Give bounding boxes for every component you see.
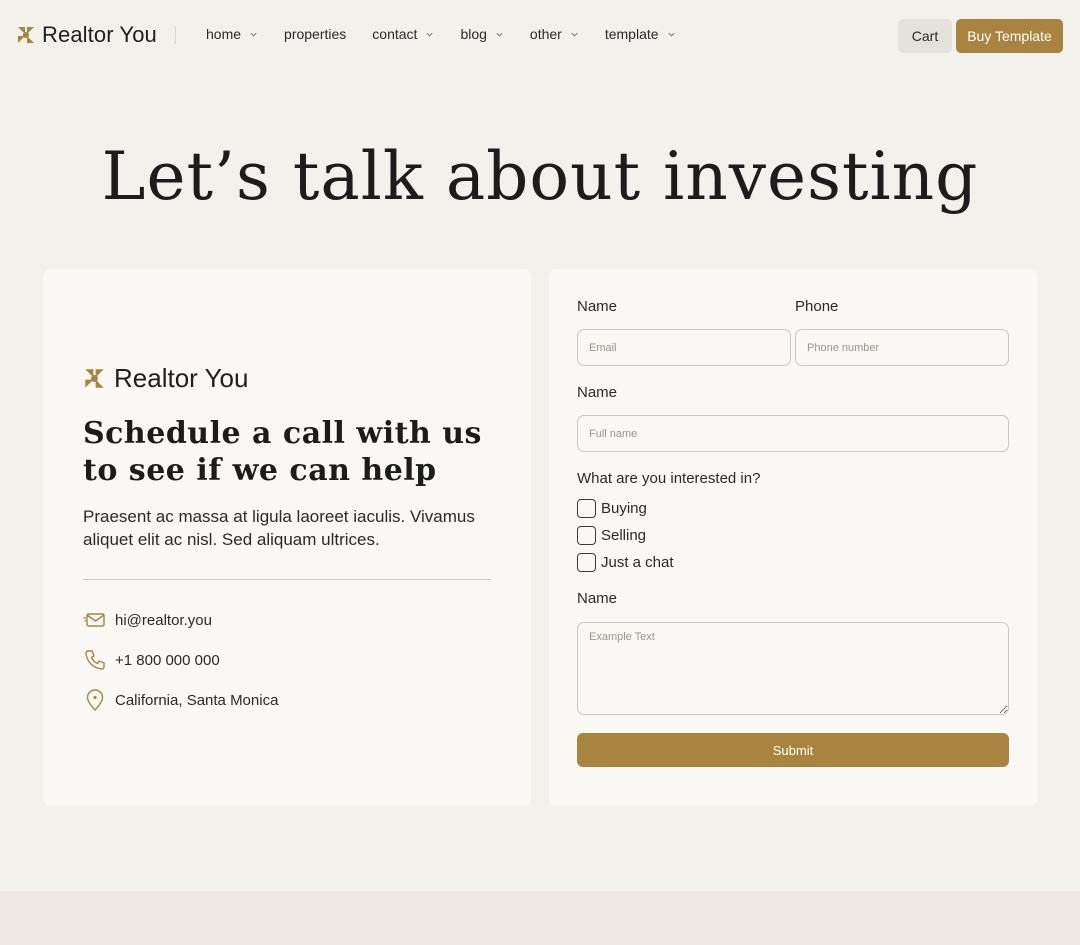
card-heading: Schedule a call with us to see if we can… [83, 416, 482, 488]
nav-label: home [206, 26, 242, 42]
chevron-down-icon [496, 32, 503, 36]
chevron-down-icon [571, 32, 578, 36]
nav-item-blog[interactable]: blog [460, 26, 503, 42]
nav-item-home[interactable]: home [206, 26, 258, 42]
logo-icon [18, 27, 34, 43]
contact-phone[interactable]: +1 800 000 000 [83, 648, 220, 672]
footer-band [0, 891, 1080, 945]
contact-email-text: hi@realtor.you [115, 611, 212, 629]
mail-icon [83, 613, 105, 627]
buying-checkbox[interactable] [577, 499, 596, 518]
nav-item-other[interactable]: other [530, 26, 579, 42]
card-description: Praesent ac massa at ligula laoreet iacu… [83, 507, 475, 549]
nav-label: blog [460, 26, 487, 42]
phone-field[interactable] [795, 329, 1009, 366]
option-label: Just a chat [601, 554, 674, 571]
card-brand-logo: Realtor You [83, 363, 248, 394]
brand-name: Realtor You [42, 22, 157, 47]
option-label: Selling [601, 527, 647, 544]
interest-label: What are you interested in? [577, 470, 761, 487]
message-textarea[interactable] [577, 622, 1009, 715]
nav-label: contact [372, 26, 418, 42]
full-name-field[interactable] [577, 415, 1009, 452]
phone-icon [85, 650, 105, 670]
contact-email[interactable]: hi@realtor.you [83, 608, 212, 632]
name-label: Name [577, 384, 618, 401]
just-a-chat-checkbox[interactable] [577, 553, 596, 572]
chevron-down-icon [426, 32, 433, 36]
nav-label: other [529, 26, 562, 42]
nav-item-contact[interactable]: contact [372, 26, 434, 42]
contact-location-text: California, Santa Monica [115, 691, 279, 709]
nav-label: properties [284, 26, 347, 42]
main-nav: home properties contact blog other templ… [206, 26, 702, 42]
header-divider [175, 26, 176, 44]
option-selling[interactable]: Selling [577, 526, 646, 545]
location-pin-icon [86, 689, 104, 711]
logo-icon [85, 369, 104, 388]
chevron-down-icon [250, 32, 257, 36]
selling-checkbox[interactable] [577, 526, 596, 545]
submit-button[interactable]: Submit [577, 733, 1009, 767]
brand-logo[interactable]: Realtor You [16, 22, 157, 48]
email-label: Name [577, 298, 618, 315]
info-card: Realtor You Schedule a call with us to s… [43, 269, 531, 806]
option-buying[interactable]: Buying [577, 499, 647, 518]
message-label: Name [577, 590, 618, 607]
card-brand-name: Realtor You [114, 363, 249, 393]
chevron-down-icon [668, 32, 675, 36]
card-divider [83, 579, 491, 580]
nav-item-properties[interactable]: properties [284, 26, 346, 42]
option-just-a-chat[interactable]: Just a chat [577, 553, 674, 572]
nav-item-template[interactable]: template [605, 26, 676, 42]
page-title: Let’s talk about investing [101, 138, 979, 215]
cart-button[interactable]: Cart [898, 19, 952, 53]
site-header: Realtor You home properties contact blog… [0, 0, 1080, 70]
buy-template-button[interactable]: Buy Template [956, 19, 1063, 53]
email-field[interactable] [577, 329, 791, 366]
phone-label: Phone [795, 298, 839, 315]
contact-form-card: Name Phone Name What are you interested … [549, 269, 1038, 806]
contact-location: California, Santa Monica [83, 688, 278, 712]
contact-phone-text: +1 800 000 000 [115, 651, 220, 669]
nav-label: template [604, 26, 659, 42]
option-label: Buying [601, 500, 647, 517]
